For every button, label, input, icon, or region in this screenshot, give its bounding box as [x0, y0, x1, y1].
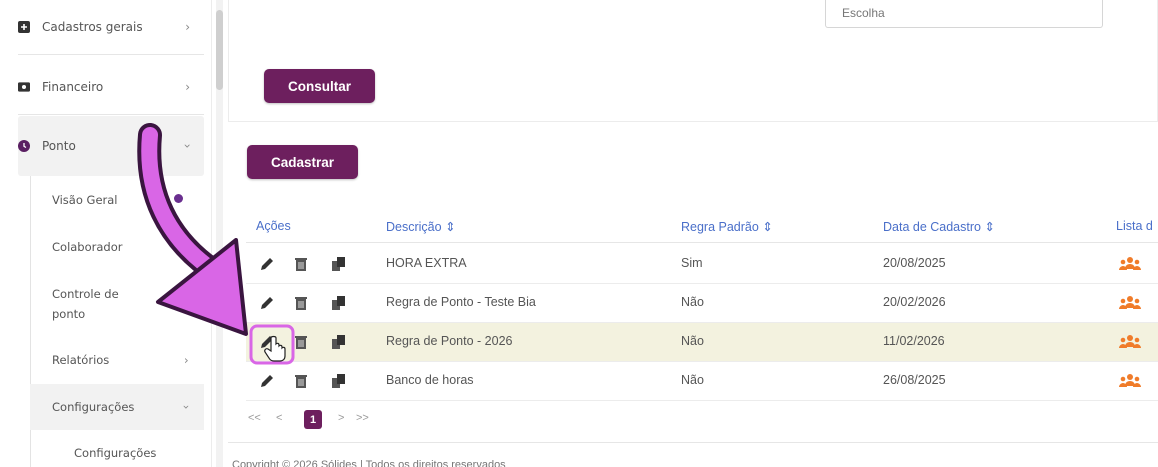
money-icon: [18, 81, 30, 93]
table-row: Banco de horas Não 26/08/2025: [246, 362, 1158, 401]
filter-select-value: Escolha: [842, 6, 885, 20]
sidebar-item-label: Financeiro: [42, 80, 104, 94]
sidebar-subitem-controle-de-ponto[interactable]: Controle de ponto: [52, 284, 142, 324]
edit-pencil-icon[interactable]: [258, 255, 276, 273]
cell-descricao: Banco de horas: [386, 373, 474, 387]
cell-regra-padrao: Sim: [681, 256, 703, 270]
chevron-down-icon: ›: [179, 404, 194, 410]
sidebar-subitem-label: Configurações: [74, 446, 157, 460]
consultar-button[interactable]: Consultar: [264, 69, 375, 103]
column-header-acoes: Ações: [256, 219, 291, 233]
column-header-data-cadastro[interactable]: Data de Cadastro ⇕: [883, 219, 995, 234]
cell-regra-padrao: Não: [681, 295, 704, 309]
footer-divider: [228, 442, 1158, 443]
chevron-right-icon: ›: [185, 80, 190, 94]
cell-data-cadastro: 20/02/2026: [883, 295, 946, 309]
sidebar-item-label: Cadastros gerais: [42, 20, 143, 34]
sidebar-item-label: Ponto: [42, 139, 76, 153]
cell-descricao: HORA EXTRA: [386, 256, 467, 270]
pagination-first[interactable]: <<: [248, 412, 261, 424]
clock-icon: [18, 140, 30, 152]
column-header-label: Data de Cadastro: [883, 220, 981, 234]
sidebar-subitem-label: Relatórios: [52, 353, 110, 367]
edit-pencil-icon[interactable]: [258, 333, 276, 351]
footer-copyright: Copyright © 2026 Sólides | Todos os dire…: [232, 459, 506, 467]
sidebar-item-cadastros-gerais[interactable]: Cadastros gerais ›: [18, 17, 204, 37]
copy-icon[interactable]: [330, 255, 348, 273]
copy-icon[interactable]: [330, 372, 348, 390]
team-icon[interactable]: [1118, 372, 1142, 390]
sidebar-subitem-label: Visão Geral: [52, 193, 118, 207]
sidebar-subsubitem-configuracoes[interactable]: Configurações: [74, 443, 156, 463]
trash-icon[interactable]: [292, 255, 310, 273]
notification-dot: [174, 194, 183, 203]
sidebar-subitem-relatorios[interactable]: Relatórios ›: [52, 350, 192, 370]
pagination-current[interactable]: 1: [304, 410, 322, 429]
sort-icon[interactable]: ⇕: [445, 220, 455, 234]
edit-pencil-icon[interactable]: [258, 372, 276, 390]
sidebar-item-ponto[interactable]: Ponto ›: [18, 136, 204, 156]
sidebar-subitem-colaborador[interactable]: Colaborador: [52, 237, 122, 257]
table-row-highlighted: Regra de Ponto - 2026 Não 11/02/2026: [246, 323, 1158, 362]
plus-square-icon: [18, 21, 30, 33]
cell-descricao: Regra de Ponto - Teste Bia: [386, 295, 536, 309]
copy-icon[interactable]: [330, 333, 348, 351]
trash-icon[interactable]: [292, 372, 310, 390]
team-icon[interactable]: [1118, 255, 1142, 273]
table-row: HORA EXTRA Sim 20/08/2025: [246, 245, 1158, 284]
sort-icon[interactable]: ⇕: [762, 220, 772, 234]
cadastrar-button[interactable]: Cadastrar: [247, 145, 358, 179]
column-header-label: Descrição: [386, 220, 442, 234]
team-icon[interactable]: [1118, 294, 1142, 312]
sidebar-subitem-configuracoes[interactable]: Configurações ›: [52, 397, 193, 417]
pagination-prev[interactable]: <: [276, 412, 282, 424]
column-header-lista: Lista d: [1116, 219, 1153, 233]
divider: [18, 54, 204, 55]
sidebar-subitem-label: Colaborador: [52, 240, 123, 254]
cell-data-cadastro: 11/02/2026: [883, 334, 945, 348]
sidebar-subitem-label: Controle de ponto: [52, 287, 119, 321]
cell-data-cadastro: 20/08/2025: [883, 256, 946, 270]
chevron-right-icon: ›: [184, 353, 189, 367]
chevron-down-icon: ›: [180, 143, 195, 149]
cell-regra-padrao: Não: [681, 334, 704, 348]
sidebar-subitem-label: Configurações: [52, 400, 135, 414]
trash-icon[interactable]: [292, 333, 310, 351]
header-divider: [246, 242, 1158, 243]
sidebar-scrollbar-thumb[interactable]: [216, 10, 223, 90]
edit-pencil-icon[interactable]: [258, 294, 276, 312]
sidebar-item-financeiro[interactable]: Financeiro ›: [18, 77, 204, 97]
filter-select[interactable]: Escolha: [825, 0, 1103, 28]
trash-icon[interactable]: [292, 294, 310, 312]
column-header-regra-padrao[interactable]: Regra Padrão ⇕: [681, 219, 773, 234]
copy-icon[interactable]: [330, 294, 348, 312]
sort-icon[interactable]: ⇕: [984, 220, 994, 234]
team-icon[interactable]: [1118, 333, 1142, 351]
pagination-next[interactable]: >: [338, 412, 344, 424]
column-header-label: Regra Padrão: [681, 220, 759, 234]
column-header-descricao[interactable]: Descrição ⇕: [386, 219, 456, 234]
chevron-right-icon: ›: [185, 20, 190, 34]
table-row: Regra de Ponto - Teste Bia Não 20/02/202…: [246, 284, 1158, 323]
cell-regra-padrao: Não: [681, 373, 704, 387]
sidebar-subitem-visao-geral[interactable]: Visão Geral: [52, 190, 118, 210]
divider: [18, 114, 204, 115]
cell-descricao: Regra de Ponto - 2026: [386, 334, 513, 348]
cell-data-cadastro: 26/08/2025: [883, 373, 946, 387]
pagination-last[interactable]: >>: [356, 412, 369, 424]
